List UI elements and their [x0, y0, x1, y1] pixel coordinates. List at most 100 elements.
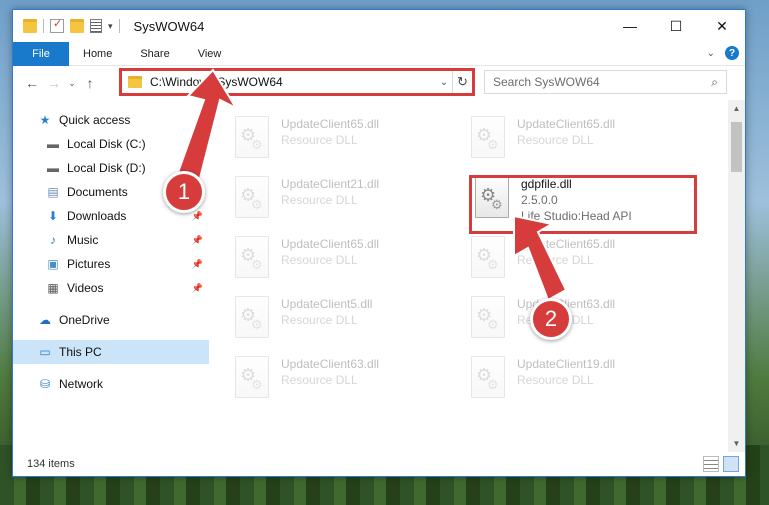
- status-bar: 134 items: [13, 452, 745, 476]
- sidebar-item-local-disk-c[interactable]: ▬ Local Disk (C:): [13, 132, 209, 156]
- callout-number-2: 2: [530, 298, 572, 340]
- file-type: Resource DLL: [281, 133, 358, 147]
- scroll-up-icon[interactable]: ▲: [728, 100, 745, 117]
- customize-dropdown-icon[interactable]: ▾: [108, 21, 113, 32]
- file-name: UpdateClient65.dll: [517, 117, 616, 131]
- window-controls: — ☐ ✕: [607, 10, 745, 42]
- ribbon-right-controls: ⌄ ?: [707, 46, 739, 60]
- music-icon: ♪: [50, 233, 56, 247]
- file-type: Resource DLL: [517, 373, 594, 387]
- help-icon[interactable]: ?: [725, 46, 739, 60]
- file-list: UpdateClient65.dll Resource DLL UpdateCl…: [209, 100, 745, 452]
- videos-icon: ▦: [47, 281, 59, 295]
- file-version: 2.5.0.0: [521, 193, 558, 207]
- window-title: SysWOW64: [133, 18, 205, 34]
- sidebar-item-music[interactable]: ♪ Music 📌: [13, 228, 209, 252]
- file-item[interactable]: UpdateClient19.dll Resource DLL: [471, 354, 671, 406]
- tab-share[interactable]: Share: [126, 42, 183, 66]
- file-item-gdpfile[interactable]: gdpfile.dll 2.5.0.0 Life Studio:Head API: [475, 174, 695, 226]
- file-explorer-window: ▾ SysWOW64 — ☐ ✕ File Home Share View ⌄ …: [12, 9, 746, 477]
- close-button[interactable]: ✕: [699, 10, 745, 42]
- file-name: UpdateClient19.dll: [517, 357, 616, 371]
- expand-ribbon-icon[interactable]: ⌄: [707, 48, 715, 59]
- large-icons-view-icon[interactable]: [723, 456, 739, 472]
- quick-access-toolbar: ▾ SysWOW64: [13, 10, 204, 42]
- file-item[interactable]: UpdateClient65.dll Resource DLL: [471, 114, 671, 166]
- sidebar-item-label: Network: [59, 377, 104, 391]
- pin-icon[interactable]: 📌: [192, 211, 203, 222]
- pin-icon[interactable]: 📌: [192, 259, 203, 270]
- address-bar[interactable]: C:\Windows\SysWOW64 ⌄ ↻: [121, 70, 473, 94]
- sidebar-item-label: Pictures: [67, 257, 111, 271]
- computer-icon: ▭: [39, 345, 51, 359]
- file-name: UpdateClient63.dll: [281, 357, 380, 371]
- chevron-down-icon[interactable]: ⌄: [436, 77, 452, 88]
- separator: [43, 19, 44, 33]
- file-item[interactable]: UpdateClient65.dll Resource DLL: [235, 234, 435, 286]
- minimize-button[interactable]: —: [607, 10, 653, 42]
- properties-icon[interactable]: [90, 19, 102, 33]
- search-input[interactable]: [493, 75, 712, 89]
- sidebar-item-label: Local Disk (D:): [67, 161, 146, 175]
- tab-file[interactable]: File: [13, 41, 69, 66]
- dll-file-icon: [235, 356, 269, 398]
- scroll-down-icon[interactable]: ▼: [728, 435, 745, 452]
- sidebar-item-this-pc[interactable]: ▭ This PC: [13, 340, 209, 364]
- dll-file-icon: [235, 116, 269, 158]
- network-icon: ⛁: [39, 377, 51, 391]
- scrollbar-thumb[interactable]: [731, 122, 742, 172]
- file-type: Resource DLL: [281, 313, 358, 327]
- file-item[interactable]: UpdateClient21.dll Resource DLL: [235, 174, 435, 226]
- maximize-button[interactable]: ☐: [653, 10, 699, 42]
- search-icon[interactable]: ⌕: [711, 75, 718, 90]
- file-type: Resource DLL: [281, 253, 358, 267]
- title-bar: ▾ SysWOW64 — ☐ ✕: [13, 10, 745, 42]
- sidebar-item-label: OneDrive: [59, 313, 110, 327]
- file-type: Resource DLL: [517, 253, 594, 267]
- up-button[interactable]: ↑: [79, 75, 101, 91]
- sidebar-item-onedrive[interactable]: ☁ OneDrive: [13, 308, 209, 332]
- refresh-button[interactable]: ↻: [452, 71, 472, 93]
- separator: [118, 19, 120, 33]
- file-type: Resource DLL: [281, 193, 358, 207]
- dll-file-icon: [235, 176, 269, 218]
- file-item[interactable]: UpdateClient5.dll Resource DLL: [235, 294, 435, 346]
- pictures-icon: ▣: [47, 257, 59, 271]
- tab-view[interactable]: View: [184, 42, 236, 66]
- sidebar-item-quick-access[interactable]: ★ Quick access: [13, 108, 209, 132]
- view-buttons: [703, 456, 739, 472]
- recent-locations-icon[interactable]: ⌄: [65, 78, 79, 89]
- dll-file-icon: [235, 296, 269, 338]
- details-view-icon[interactable]: [703, 456, 719, 472]
- ribbon-tabs: File Home Share View ⌄ ?: [13, 41, 745, 66]
- dll-file-icon: [471, 116, 505, 158]
- star-icon: ★: [39, 113, 51, 127]
- documents-icon: ▤: [47, 185, 59, 199]
- pin-icon[interactable]: 📌: [192, 235, 203, 246]
- sidebar-item-label: Documents: [67, 185, 128, 199]
- file-name: UpdateClient65.dll: [281, 117, 380, 131]
- tab-home[interactable]: Home: [69, 42, 126, 66]
- download-icon: ⬇: [47, 209, 59, 223]
- sidebar-item-label: Local Disk (C:): [67, 137, 146, 151]
- folder-icon: [128, 76, 142, 88]
- sidebar-item-label: This PC: [59, 345, 102, 359]
- file-name: UpdateClient5.dll: [281, 297, 373, 311]
- address-path[interactable]: C:\Windows\SysWOW64: [150, 75, 436, 89]
- sidebar-item-videos[interactable]: ▦ Videos 📌: [13, 276, 209, 300]
- forward-button[interactable]: →: [43, 75, 65, 91]
- vertical-scrollbar[interactable]: ▲ ▼: [728, 100, 745, 452]
- back-button[interactable]: ←: [21, 75, 43, 91]
- file-item[interactable]: UpdateClient65.dll Resource DLL: [471, 234, 671, 286]
- pin-icon[interactable]: 📌: [192, 163, 203, 174]
- new-folder-icon[interactable]: [70, 19, 84, 33]
- dll-file-icon: [471, 356, 505, 398]
- properties-check-icon[interactable]: [50, 17, 64, 33]
- sidebar-item-pictures[interactable]: ▣ Pictures 📌: [13, 252, 209, 276]
- file-item[interactable]: UpdateClient65.dll Resource DLL: [235, 114, 435, 166]
- search-box[interactable]: ⌕: [484, 70, 727, 94]
- drive-icon: ▬: [47, 137, 59, 151]
- file-item[interactable]: UpdateClient63.dll Resource DLL: [235, 354, 435, 406]
- pin-icon[interactable]: 📌: [192, 283, 203, 294]
- sidebar-item-network[interactable]: ⛁ Network: [13, 372, 209, 396]
